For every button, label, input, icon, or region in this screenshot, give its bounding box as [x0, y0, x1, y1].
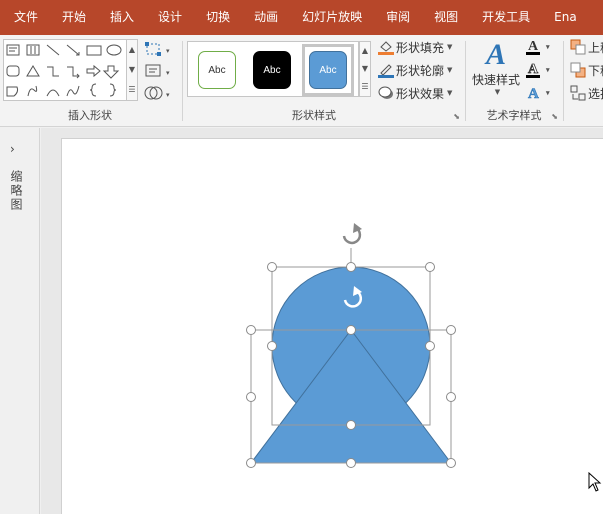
tab-home[interactable]: 开始	[50, 0, 98, 35]
shape-fill-button[interactable]: 形状填充 ▼	[378, 37, 452, 57]
scroll-up-icon[interactable]: ▲	[360, 42, 370, 60]
scroll-down-icon[interactable]: ▼	[360, 60, 370, 78]
chevron-down-icon: ▼	[494, 88, 501, 96]
insert-shapes-label: 插入形状	[68, 109, 112, 122]
insert-shapes-group: ▲ ▼ ☰ ▾ ▾ ▾ 插入形状	[0, 35, 180, 127]
text-effects-button[interactable]: A ▾	[524, 83, 558, 103]
tab-design[interactable]: 设计	[146, 0, 194, 35]
wordart-label: 艺术字样式	[486, 109, 542, 122]
merge-shapes-button[interactable]: ▾	[144, 83, 174, 103]
quick-styles-button[interactable]: A 快速样式 ▼	[470, 39, 522, 99]
shape-effects-button[interactable]: 形状效果 ▼	[378, 83, 452, 103]
text-box-icon: ▾	[145, 64, 170, 77]
text-outline-button[interactable]: A ▾	[524, 60, 558, 80]
selection-pane-icon	[570, 85, 586, 101]
menu-bar: 文件 开始 插入 设计 切换 动画 幻灯片放映 审阅 视图 开发工具 Ena	[0, 0, 603, 35]
scroll-down-icon[interactable]: ▼	[127, 60, 137, 80]
svg-text:▾: ▾	[545, 89, 550, 97]
gallery-more-icon[interactable]: ☰	[360, 78, 370, 96]
svg-text:A: A	[528, 39, 539, 54]
shapes-gallery-icons	[6, 44, 122, 97]
edit-points-icon: ▾	[145, 42, 170, 56]
bring-forward-button[interactable]: 上移	[570, 37, 603, 57]
svg-text:A: A	[528, 86, 539, 102]
shape-fill-label: 形状填充	[396, 40, 445, 55]
send-backward-icon	[570, 62, 586, 78]
thumbnail-pane: › 缩略图	[0, 128, 40, 514]
svg-text:▾: ▾	[166, 47, 170, 55]
pen-outline-icon	[378, 62, 394, 78]
tab-insert[interactable]: 插入	[98, 0, 146, 35]
tab-ena[interactable]: Ena	[542, 0, 589, 35]
tab-file[interactable]: 文件	[0, 0, 50, 35]
tab-view[interactable]: 视图	[422, 0, 470, 35]
svg-text:▾: ▾	[545, 43, 550, 51]
svg-text:A: A	[528, 62, 539, 77]
group-divider	[563, 41, 564, 121]
shape-outline-button[interactable]: 形状轮廓 ▼	[378, 60, 452, 80]
send-backward-button[interactable]: 下移	[570, 60, 603, 80]
dialog-launcher-icon[interactable]: ⬊	[551, 112, 558, 121]
dialog-launcher-icon[interactable]: ⬊	[453, 112, 460, 121]
send-backward-label: 下移	[588, 63, 603, 78]
chevron-right-icon[interactable]: ›	[10, 142, 15, 156]
text-fill-button[interactable]: A ▾	[524, 37, 558, 57]
merge-shapes-icon: ▾	[144, 86, 170, 100]
selection-pane-label: 选择	[588, 86, 603, 101]
bring-forward-icon	[570, 39, 586, 55]
selection-pane-button[interactable]: 选择	[570, 83, 603, 103]
text-effects-icon: A ▾	[528, 86, 550, 103]
tab-transitions[interactable]: 切换	[194, 0, 242, 35]
ribbon: ▲ ▼ ☰ ▾ ▾ ▾ 插入形状 形状样式 ⬊ Abc Abc Abc ▲ ▼ …	[0, 35, 603, 127]
shapes-gallery-scroll[interactable]: ▲ ▼ ☰	[126, 39, 138, 101]
chevron-down-icon: ▼	[447, 89, 453, 97]
style-chip-blue[interactable]: Abc	[309, 51, 347, 89]
mouse-cursor-icon	[588, 472, 602, 492]
quick-styles-label: 快速样式	[471, 73, 520, 87]
gallery-more-icon[interactable]: ☰	[127, 80, 137, 100]
text-box-button[interactable]: ▾	[144, 61, 174, 81]
text-fill-icon: A ▾	[526, 39, 550, 55]
style-chip-dark[interactable]: Abc	[253, 51, 291, 89]
svg-text:▾: ▾	[166, 91, 170, 99]
edit-shape-button[interactable]: ▾	[144, 39, 174, 59]
bring-forward-label: 上移	[588, 40, 603, 55]
wordart-a-icon: A	[485, 38, 506, 71]
svg-text:▾: ▾	[166, 69, 170, 77]
tab-slideshow[interactable]: 幻灯片放映	[290, 0, 374, 35]
scroll-up-icon[interactable]: ▲	[127, 40, 137, 60]
chevron-down-icon: ▼	[447, 66, 453, 74]
thumbnail-pane-label: 缩略图	[9, 170, 23, 212]
paint-bucket-icon	[378, 39, 394, 55]
shapes-gallery[interactable]	[3, 39, 127, 101]
shape-outline-label: 形状轮廓	[396, 63, 445, 78]
shape-effects-label: 形状效果	[396, 86, 445, 101]
shape-styles-gallery[interactable]: Abc Abc Abc	[187, 41, 359, 97]
chevron-down-icon: ▼	[447, 43, 453, 51]
tab-developer[interactable]: 开发工具	[470, 0, 542, 35]
effects-icon	[378, 85, 394, 101]
svg-text:▾: ▾	[545, 66, 550, 74]
style-chip-outline[interactable]: Abc	[198, 51, 236, 89]
text-outline-icon: A ▾	[526, 62, 550, 78]
shape-styles-label: 形状样式	[292, 109, 336, 122]
tab-animations[interactable]: 动画	[242, 0, 290, 35]
styles-gallery-scroll[interactable]: ▲ ▼ ☰	[359, 41, 371, 97]
tab-review[interactable]: 审阅	[374, 0, 422, 35]
